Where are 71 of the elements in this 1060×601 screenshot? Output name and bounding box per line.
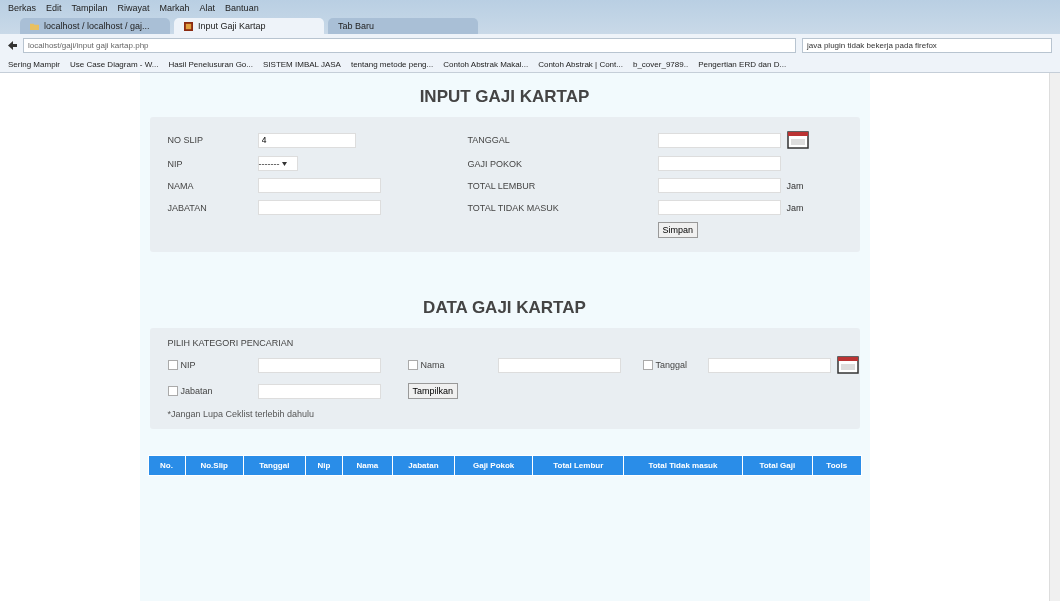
page-title: INPUT GAJI KARTAP [418,87,591,107]
field-label: NO SLIP [167,135,204,145]
input-field[interactable]: 4 [257,132,356,148]
browser-tab[interactable]: Input Gaji Kartap [174,18,324,34]
menu-item[interactable]: Markah [159,3,190,13]
menu-item[interactable]: Alat [199,3,216,13]
bookmark-item[interactable]: Hasil Penelusuran Go... [168,59,253,69]
column-header: Nama [342,456,392,475]
panel-heading: PILIH KATEGORI PENCARIAN [167,338,295,348]
calendar-icon[interactable] [786,131,809,149]
bookmark-item[interactable]: b_cover_9789.. [632,59,689,69]
column-header: Tools [812,456,861,475]
unit-label: Jam [786,202,804,213]
bookmark-item[interactable]: Contoh Abstrak | Cont... [538,59,623,69]
field-label: TOTAL TIDAK MASUK [467,202,560,213]
save-button[interactable]: Simpan [657,222,698,238]
field-label: TOTAL LEMBUR [467,180,537,191]
column-header: No.Slip [185,456,243,475]
column-header: Tanggal [243,456,305,475]
search-field[interactable] [257,357,381,373]
scrollbar[interactable] [1049,73,1060,601]
browser-tab[interactable]: localhost / localhost / gaj... [20,18,170,34]
menu-item[interactable]: Edit [46,3,62,13]
date-field[interactable] [707,357,831,373]
bookmark-item[interactable]: Contoh Abstrak Makal... [443,59,529,69]
menu-item[interactable]: Berkas [8,3,36,13]
field-label: TANGGAL [467,135,511,145]
input-field[interactable] [657,200,781,215]
input-field[interactable] [657,178,781,193]
search-field[interactable] [257,383,381,399]
field-label: NIP [167,158,184,169]
input-field[interactable] [257,200,381,215]
section-title: DATA GAJI KARTAP [422,298,587,318]
filter-checkbox[interactable]: NIP [167,360,258,370]
show-button[interactable]: Tampilkan [407,383,459,399]
bookmark-item[interactable]: SISTEM IMBAL JASA [263,59,341,69]
site-icon [184,21,193,31]
column-header: No. [148,456,185,475]
menu-item[interactable]: Tampilan [71,3,108,13]
bookmark-item[interactable]: tentang metode peng... [350,59,434,69]
unit-label: Jam [786,180,804,191]
field-label: JABATAN [167,202,208,213]
field-label: NAMA [167,180,195,191]
caret-icon [282,161,288,166]
folder-icon [30,21,39,31]
nip-dropdown[interactable]: ------- [257,156,298,171]
search-field[interactable]: java plugin tidak bekerja pada firefox [802,37,1052,53]
column-header: Jabatan [392,456,454,475]
column-header: Gaji Pokok [455,456,533,475]
column-header: Total Tidak masuk [624,456,742,475]
filter-checkbox[interactable]: Nama [407,360,498,370]
bookmark-item[interactable]: Use Case Diagram - W... [70,59,159,69]
bookmark-item[interactable]: Pengertian ERD dan D... [698,59,787,69]
bookmark-item[interactable]: Sering Mampir [8,59,60,69]
address-field[interactable]: localhost/gaji/input gaji kartap.php [23,37,796,53]
filter-checkbox[interactable]: Tanggal [642,360,708,370]
field-label: GAJI POKOK [467,158,523,169]
hint-text: *Jangan Lupa Ceklist terlebih dahulu [167,409,316,419]
date-field[interactable] [657,132,781,148]
menu-item[interactable]: Bantuan [225,3,259,13]
input-field[interactable] [657,156,781,171]
calendar-icon[interactable] [836,356,859,374]
browser-tab[interactable]: Tab Baru [328,18,478,34]
menu-item[interactable]: Riwayat [117,3,150,13]
column-header: Total Gaji [742,456,812,475]
back-icon[interactable] [8,40,17,50]
column-header: Nip [305,456,342,475]
search-field[interactable] [497,357,621,373]
filter-checkbox[interactable]: Jabatan [167,386,258,396]
column-header: Total Lembur [533,456,624,475]
input-field[interactable] [257,178,381,193]
